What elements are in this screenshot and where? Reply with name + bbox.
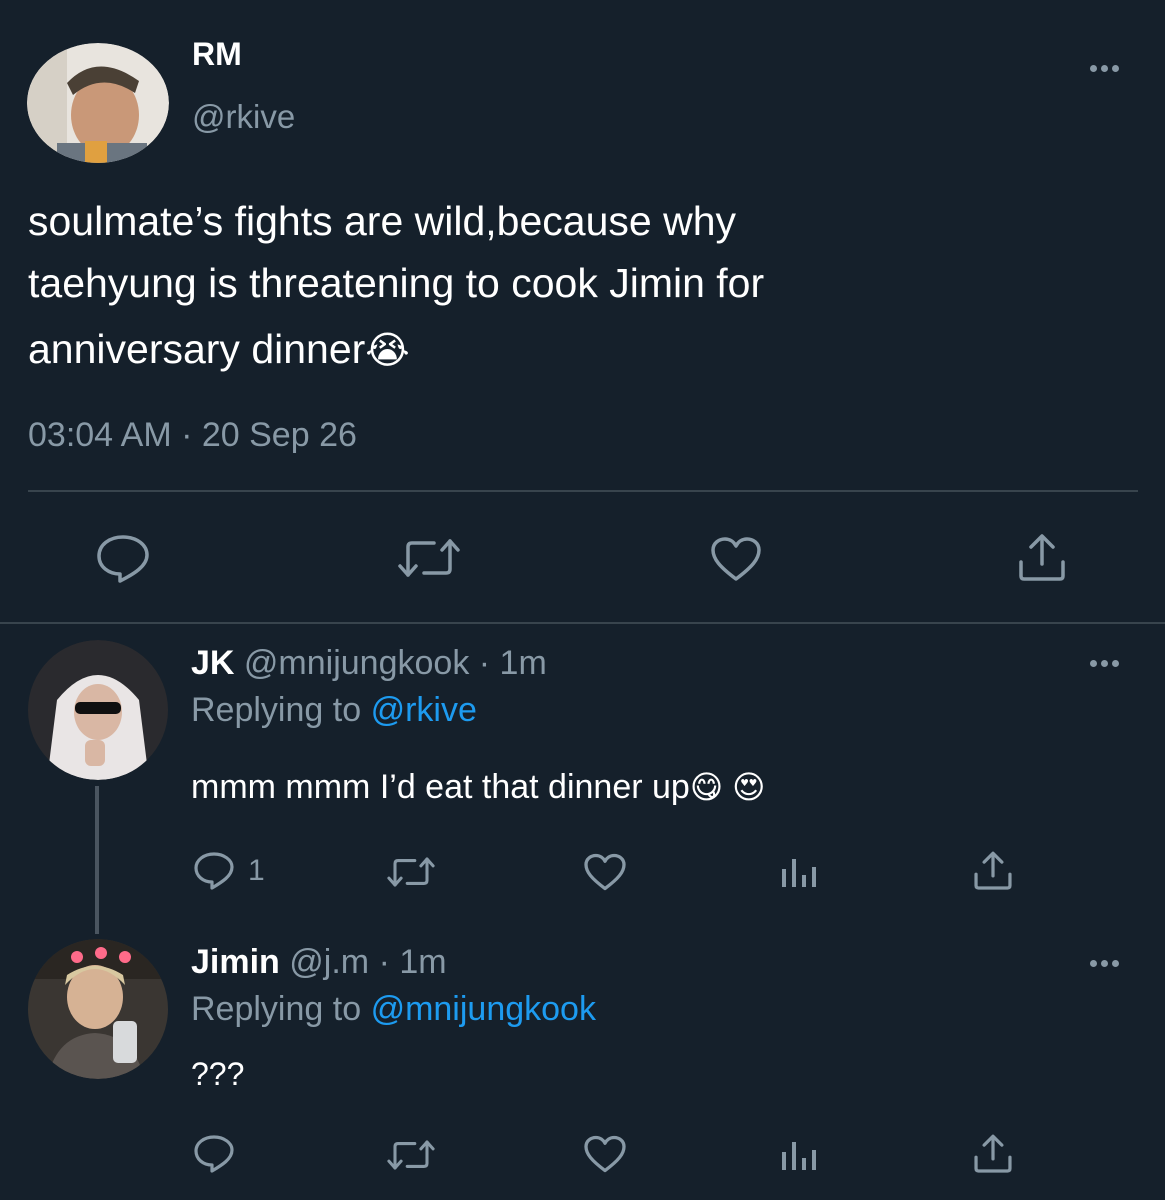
more-icon[interactable]: [1090, 660, 1119, 667]
thread-line: [95, 786, 99, 934]
reply-icon[interactable]: [193, 851, 235, 891]
reply-header: Jimin @j.m · 1m: [191, 943, 447, 982]
tweet-text-line-content: anniversary dinner: [28, 326, 366, 372]
retweet-icon[interactable]: [398, 537, 460, 579]
replying-to-label: Replying to: [191, 990, 362, 1028]
analytics-icon[interactable]: [780, 1138, 818, 1172]
replying-to-link[interactable]: @mnijungkook: [371, 990, 596, 1028]
reply-text: ???: [191, 1056, 245, 1092]
replying-to-line: Replying to @rkive: [191, 691, 477, 730]
crying-emoji: 😭: [365, 330, 410, 372]
avatar-jimin[interactable]: [27, 939, 169, 1079]
yum-emoji: 😋 😍: [689, 769, 766, 805]
tweet-text-line: anniversary dinner😭: [28, 318, 764, 382]
retweet-icon[interactable]: [387, 856, 435, 888]
retweet-icon[interactable]: [387, 1139, 435, 1171]
handle[interactable]: @mnijungkook: [244, 644, 469, 682]
analytics-icon[interactable]: [780, 855, 818, 889]
timestamp[interactable]: 03:04 AM · 20 Sep 26: [28, 416, 357, 455]
tweet-text: soulmate’s fights are wild,because why t…: [28, 190, 764, 382]
timestamp[interactable]: · 1m: [479, 644, 547, 682]
timestamp[interactable]: · 1m: [379, 943, 447, 981]
tweet-text-line: soulmate’s fights are wild,because why: [28, 198, 736, 244]
replying-to-label: Replying to: [191, 691, 362, 729]
reply-text: mmm mmm I’d eat that dinner up: [191, 768, 690, 806]
divider: [28, 490, 1138, 492]
display-name[interactable]: RM: [192, 36, 242, 73]
display-name[interactable]: Jimin: [191, 943, 280, 981]
share-icon[interactable]: [972, 1133, 1014, 1175]
display-name[interactable]: JK: [191, 644, 234, 682]
like-icon[interactable]: [583, 853, 627, 891]
handle[interactable]: @j.m: [289, 943, 369, 981]
avatar-rm[interactable]: [27, 43, 169, 163]
section-divider: [0, 622, 1165, 624]
reply-text-line: mmm mmm I’d eat that dinner up😋 😍: [191, 768, 765, 807]
share-icon[interactable]: [972, 850, 1014, 892]
replying-to-line: Replying to @mnijungkook: [191, 990, 596, 1029]
avatar-jk[interactable]: [27, 640, 169, 780]
tweet-text-line: taehyung is threatening to cook Jimin fo…: [28, 260, 765, 306]
replying-to-link[interactable]: @rkive: [371, 691, 477, 729]
like-icon[interactable]: [710, 536, 762, 582]
reply-count: 1: [248, 854, 265, 887]
reply-icon[interactable]: [193, 1134, 235, 1174]
share-icon[interactable]: [1016, 532, 1068, 584]
reply-icon[interactable]: [96, 534, 150, 584]
handle[interactable]: @rkive: [192, 98, 295, 136]
more-icon[interactable]: [1090, 960, 1119, 967]
reply-header: JK @mnijungkook · 1m: [191, 644, 547, 683]
like-icon[interactable]: [583, 1135, 627, 1173]
more-icon[interactable]: [1090, 65, 1119, 72]
